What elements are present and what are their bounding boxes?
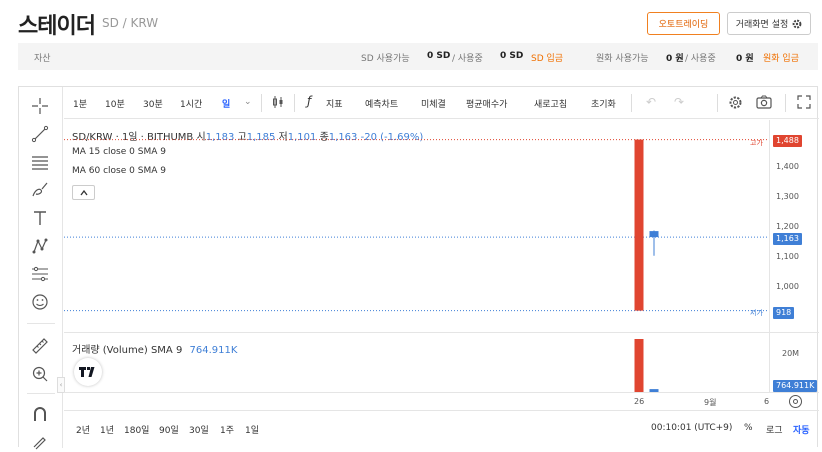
asset-label: 자산 (34, 54, 51, 64)
price-axis[interactable]: 1,400 1,300 1,200 1,100 1,000 1,488 1,16… (769, 120, 819, 332)
krw-available-label: 원화 사용가능 (596, 54, 649, 64)
interval-10m[interactable]: 10분 (105, 97, 125, 110)
y-tick: 1,200 (776, 222, 799, 231)
range-bar: 2년 1년 180일 90일 30일 1주 1일 00:10:01 (UTC+9… (64, 410, 819, 448)
volume-pane[interactable]: 거래량 (Volume) SMA 9 764.911K (64, 332, 769, 393)
krw-available-value: 0 원 (666, 54, 684, 64)
volume-axis: 20M 764.911K (769, 332, 819, 392)
krw-used-value: 0 원 (736, 54, 754, 64)
x-tick: 26 (634, 397, 645, 406)
range-30d[interactable]: 30일 (189, 423, 209, 436)
percent-toggle[interactable]: % (744, 423, 753, 433)
auto-trading-button[interactable]: 오토트레이딩 (647, 12, 720, 35)
lock-pen-icon[interactable] (29, 430, 51, 452)
high-price-tag: 1,488 (773, 135, 802, 147)
range-1w[interactable]: 1주 (220, 423, 234, 436)
price-plot[interactable]: SD/KRW · 1일 · BITHUMB 시1,183 고1,185 저1,1… (64, 120, 769, 332)
range-1d[interactable]: 1일 (245, 423, 259, 436)
emoji-icon[interactable] (29, 291, 51, 313)
low-price-tag: 918 (773, 307, 795, 319)
interval-30m[interactable]: 30분 (143, 97, 163, 110)
sd-available-value: 0 SD (427, 51, 451, 61)
auto-toggle[interactable]: 자동 (793, 423, 810, 436)
y-tick: 1,000 (776, 282, 799, 291)
indicator-icon[interactable]: ƒ (307, 94, 311, 108)
settings-label: 거래화면 설정 (735, 20, 789, 30)
crosshair-icon[interactable] (29, 95, 51, 117)
coin-symbol: SD / KRW (102, 16, 159, 30)
chart-toolbar: 1분 10분 30분 1시간 일 ⌄ ƒ 지표 예측차트 미체결 평균매수가 새… (64, 87, 819, 119)
ruler-icon[interactable] (29, 335, 51, 357)
scroll-to-latest-icon[interactable] (789, 395, 802, 408)
sd-deposit-link[interactable]: SD 입금 (531, 51, 563, 64)
interval-1m[interactable]: 1분 (73, 97, 87, 110)
open-orders-button[interactable]: 미체결 (421, 97, 446, 110)
interval-day[interactable]: 일 (222, 97, 230, 110)
high-marker-label: 고가 (750, 139, 763, 147)
trade-settings-button[interactable]: 거래화면 설정 (727, 12, 811, 35)
fullscreen-icon[interactable] (797, 95, 811, 112)
current-price-tag: 1,163 (773, 233, 802, 245)
trendline-icon[interactable] (29, 123, 51, 145)
pattern-icon[interactable] (29, 235, 51, 257)
indicator-button[interactable]: 지표 (326, 97, 343, 110)
prediction-icon[interactable] (29, 263, 51, 285)
redo-icon[interactable]: ↷ (674, 95, 684, 109)
time-axis[interactable]: 26 9월 6 (64, 392, 819, 410)
undo-icon[interactable]: ↶ (646, 95, 656, 109)
x-tick: 9월 (704, 398, 717, 407)
krw-used-label: / 사용중 (685, 54, 716, 64)
gear-icon (792, 19, 802, 28)
candle-body (634, 139, 644, 311)
fib-lines-icon[interactable] (29, 151, 51, 173)
avg-price-button[interactable]: 평균매수가 (466, 97, 507, 110)
reset-button[interactable]: 초기화 (591, 97, 616, 110)
zoom-in-icon[interactable] (29, 363, 51, 385)
sd-available-label: SD 사용가능 (361, 54, 410, 64)
sd-used-value: 0 SD (500, 51, 524, 61)
range-1y[interactable]: 1년 (100, 423, 114, 436)
interval-1h[interactable]: 1시간 (180, 97, 202, 110)
chevron-down-icon[interactable]: ⌄ (244, 97, 252, 107)
range-180d[interactable]: 180일 (124, 423, 149, 436)
magnet-icon[interactable] (29, 403, 51, 425)
range-2y[interactable]: 2년 (76, 423, 90, 436)
low-marker-label: 저가 (750, 309, 763, 317)
candle-body (649, 231, 659, 238)
candle-style-icon[interactable] (271, 95, 285, 112)
candlestick-chart (64, 139, 769, 312)
asset-bar: 자산 SD 사용가능 0 SD / 사용중 0 SD SD 입금 원화 사용가능… (18, 43, 818, 70)
page-header: 스테이더 SD / KRW 오토트레이딩 거래화면 설정 (0, 0, 822, 40)
drawing-toolbar: ‹ (19, 87, 65, 450)
text-tool-icon[interactable] (29, 207, 51, 229)
volume-chart (634, 339, 659, 393)
coin-name: 스테이더 (18, 14, 96, 39)
brush-icon[interactable] (29, 179, 51, 201)
range-90d[interactable]: 90일 (159, 423, 179, 436)
chart-widget: ‹ 1분 10분 30분 1시간 일 ⌄ ƒ 지표 예측차트 미체결 평균매수가… (18, 86, 819, 450)
volume-current-tag: 764.911K (773, 380, 818, 392)
forecast-chart-button[interactable]: 예측차트 (365, 97, 398, 110)
y-tick: 1,100 (776, 252, 799, 261)
volume-tick: 20M (782, 349, 800, 358)
x-tick: 6 (764, 397, 770, 406)
krw-deposit-link[interactable]: 원화 입금 (763, 51, 799, 64)
settings-gear-icon[interactable] (728, 95, 743, 113)
log-toggle[interactable]: 로그 (766, 423, 783, 436)
y-tick: 1,400 (776, 162, 799, 171)
y-tick: 1,300 (776, 192, 799, 201)
sd-used-label: / 사용중 (452, 54, 483, 64)
clock-display[interactable]: 00:10:01 (UTC+9) (651, 423, 732, 433)
refresh-button[interactable]: 새로고침 (534, 97, 567, 110)
volume-bar (634, 339, 644, 393)
camera-icon[interactable] (756, 95, 772, 112)
